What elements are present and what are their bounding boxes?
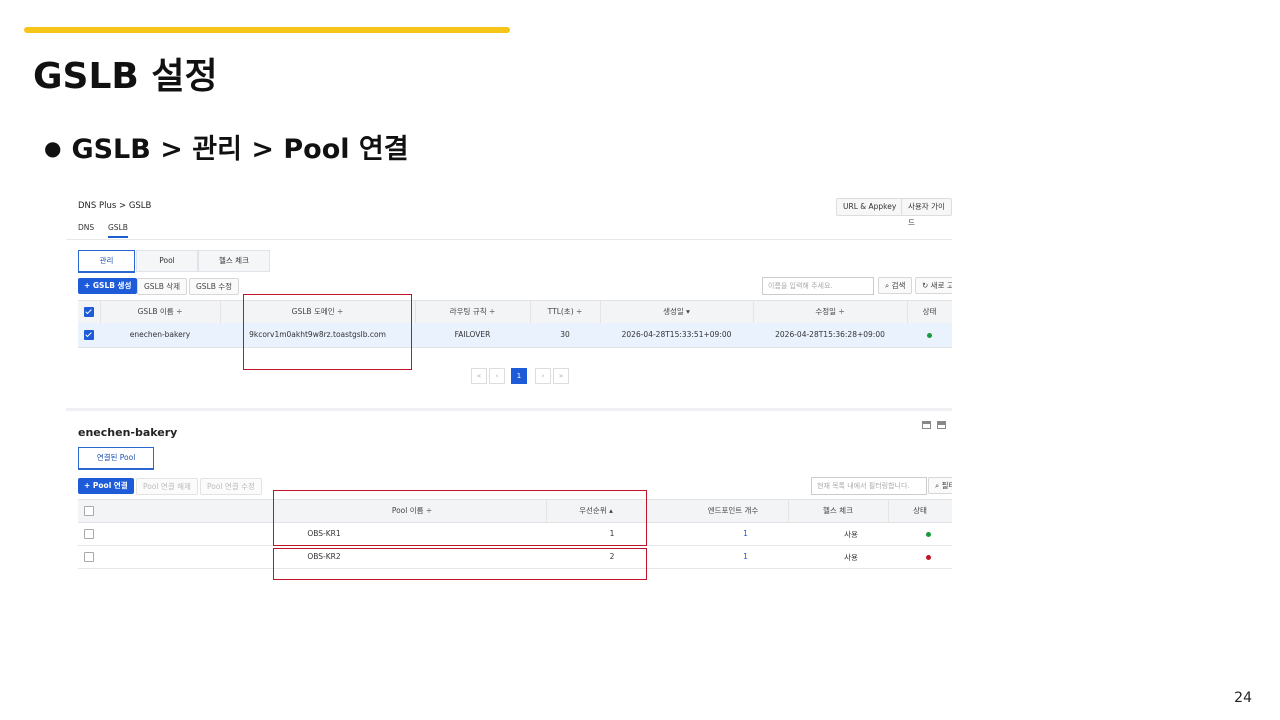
- tab-health-check[interactable]: 헬스 체크: [198, 250, 270, 272]
- header-gslb-name[interactable]: GSLB 이름 ÷: [100, 301, 221, 323]
- subnav-divider: [66, 239, 952, 240]
- cell-endpoint-count[interactable]: 1: [678, 552, 813, 561]
- tab-pool[interactable]: Pool: [136, 250, 198, 272]
- header-select-all[interactable]: [78, 500, 100, 522]
- cell-created: 2026-04-28T15:33:51+09:00: [621, 330, 732, 339]
- filter-label: 필터: [941, 481, 952, 490]
- status-dot-icon: [927, 333, 932, 338]
- cell-endpoint-count[interactable]: 1: [678, 529, 813, 538]
- tab-manage[interactable]: 관리: [78, 250, 135, 273]
- checkbox-icon[interactable]: [84, 330, 94, 340]
- title-accent-bar: [24, 27, 510, 33]
- header-status: 상태: [913, 506, 927, 515]
- status-cell: [908, 553, 948, 562]
- filter-input[interactable]: 현재 목록 내에서 필터링합니다.: [811, 477, 927, 495]
- pager-last-button[interactable]: »: [553, 368, 569, 384]
- gslb-table-header: GSLB 이름 ÷ GSLB 도메인 ÷ 라우팅 규칙 ÷ TTL(초) ÷ 생…: [78, 300, 952, 324]
- user-guide-button[interactable]: 사용자 가이드: [901, 198, 952, 227]
- highlight-box-pool-kr2: [273, 548, 647, 580]
- status-dot-icon: [925, 555, 931, 560]
- checkbox-icon[interactable]: [84, 552, 94, 562]
- search-icon: ⌕: [885, 281, 892, 290]
- checkbox-icon[interactable]: [84, 529, 94, 539]
- layout-maximize-icon[interactable]: [937, 421, 946, 429]
- header-ttl[interactable]: TTL(초) ÷: [530, 301, 601, 323]
- header-health-check: 헬스 체크: [788, 500, 889, 522]
- gslb-edit-button[interactable]: GSLB 수정: [189, 278, 240, 295]
- section-divider: [66, 408, 952, 411]
- header-status: 상태: [922, 307, 937, 316]
- page-number: 24: [1234, 690, 1252, 706]
- cell-ttl: 30: [560, 330, 570, 339]
- highlight-box-pool-kr1: [273, 490, 647, 546]
- search-label: 검색: [891, 281, 906, 290]
- refresh-icon: ↻: [922, 281, 931, 290]
- checkbox-icon[interactable]: [84, 307, 94, 317]
- search-button[interactable]: ⌕ 검색: [878, 277, 913, 294]
- pool-connect-button[interactable]: + Pool 연결: [78, 478, 134, 494]
- layout-split-icon[interactable]: [922, 421, 931, 429]
- pool-disconnect-button[interactable]: Pool 연결 해제: [136, 478, 198, 495]
- filter-button[interactable]: ⌕ 필터: [928, 477, 952, 494]
- pool-modify-button[interactable]: Pool 연결 수정: [200, 478, 262, 495]
- gslb-delete-button[interactable]: GSLB 삭제: [137, 278, 188, 295]
- bullet-path: ● GSLB > 관리 > Pool 연결: [44, 131, 409, 170]
- pager-prev-button[interactable]: ‹: [489, 368, 505, 384]
- refresh-button[interactable]: ↻ 새로 고: [915, 277, 952, 294]
- detail-title: enechen-bakery: [78, 426, 178, 439]
- cell-gslb-name: enechen-bakery: [129, 330, 191, 339]
- cell-modified: 2026-04-28T15:36:28+09:00: [775, 330, 885, 339]
- header-routing-rule[interactable]: 라우팅 규칙 ÷: [415, 301, 531, 323]
- search-icon: ⌕: [935, 481, 942, 490]
- row-checkbox[interactable]: [78, 330, 100, 342]
- header-created[interactable]: 생성일 ▾: [600, 301, 754, 323]
- cell-health-check: 사용: [844, 553, 858, 562]
- status-dot-icon: [925, 532, 931, 537]
- refresh-label: 새로 고: [930, 281, 952, 290]
- pager-first-button[interactable]: «: [471, 368, 487, 384]
- subnav-dns[interactable]: DNS: [78, 223, 94, 232]
- subnav-gslb[interactable]: GSLB: [108, 223, 128, 238]
- table-row[interactable]: enechen-bakery 9kcorv1m0akht9w8rz.toastg…: [78, 323, 952, 348]
- slide-title: GSLB 설정: [33, 56, 218, 97]
- pager-page-1[interactable]: 1: [511, 368, 527, 384]
- highlight-box-gslb-domain: [243, 294, 412, 370]
- row-checkbox[interactable]: [78, 552, 100, 564]
- status-cell: [908, 530, 948, 539]
- cell-health-check: 사용: [844, 530, 858, 539]
- checkbox-icon[interactable]: [84, 506, 94, 516]
- header-modified[interactable]: 수정일 ÷: [753, 301, 908, 323]
- url-appkey-button[interactable]: URL & Appkey: [836, 198, 904, 216]
- bullet-text: GSLB > 관리 > Pool 연결: [71, 134, 409, 165]
- search-input[interactable]: 이름을 입력해 주세요.: [762, 277, 874, 295]
- bullet-dot-icon: ●: [44, 136, 62, 160]
- pager-next-button[interactable]: ›: [535, 368, 551, 384]
- breadcrumb[interactable]: DNS Plus > GSLB: [78, 201, 151, 211]
- gslb-create-button[interactable]: + GSLB 생성: [78, 278, 138, 294]
- header-select-all[interactable]: [78, 301, 101, 323]
- row-checkbox[interactable]: [78, 529, 100, 541]
- cell-routing-rule: FAILOVER: [454, 330, 491, 339]
- status-cell: [907, 331, 952, 340]
- tab-connected-pool[interactable]: 연결된 Pool: [78, 447, 154, 470]
- header-endpoint-count: 엔드포인트 개수: [678, 500, 789, 522]
